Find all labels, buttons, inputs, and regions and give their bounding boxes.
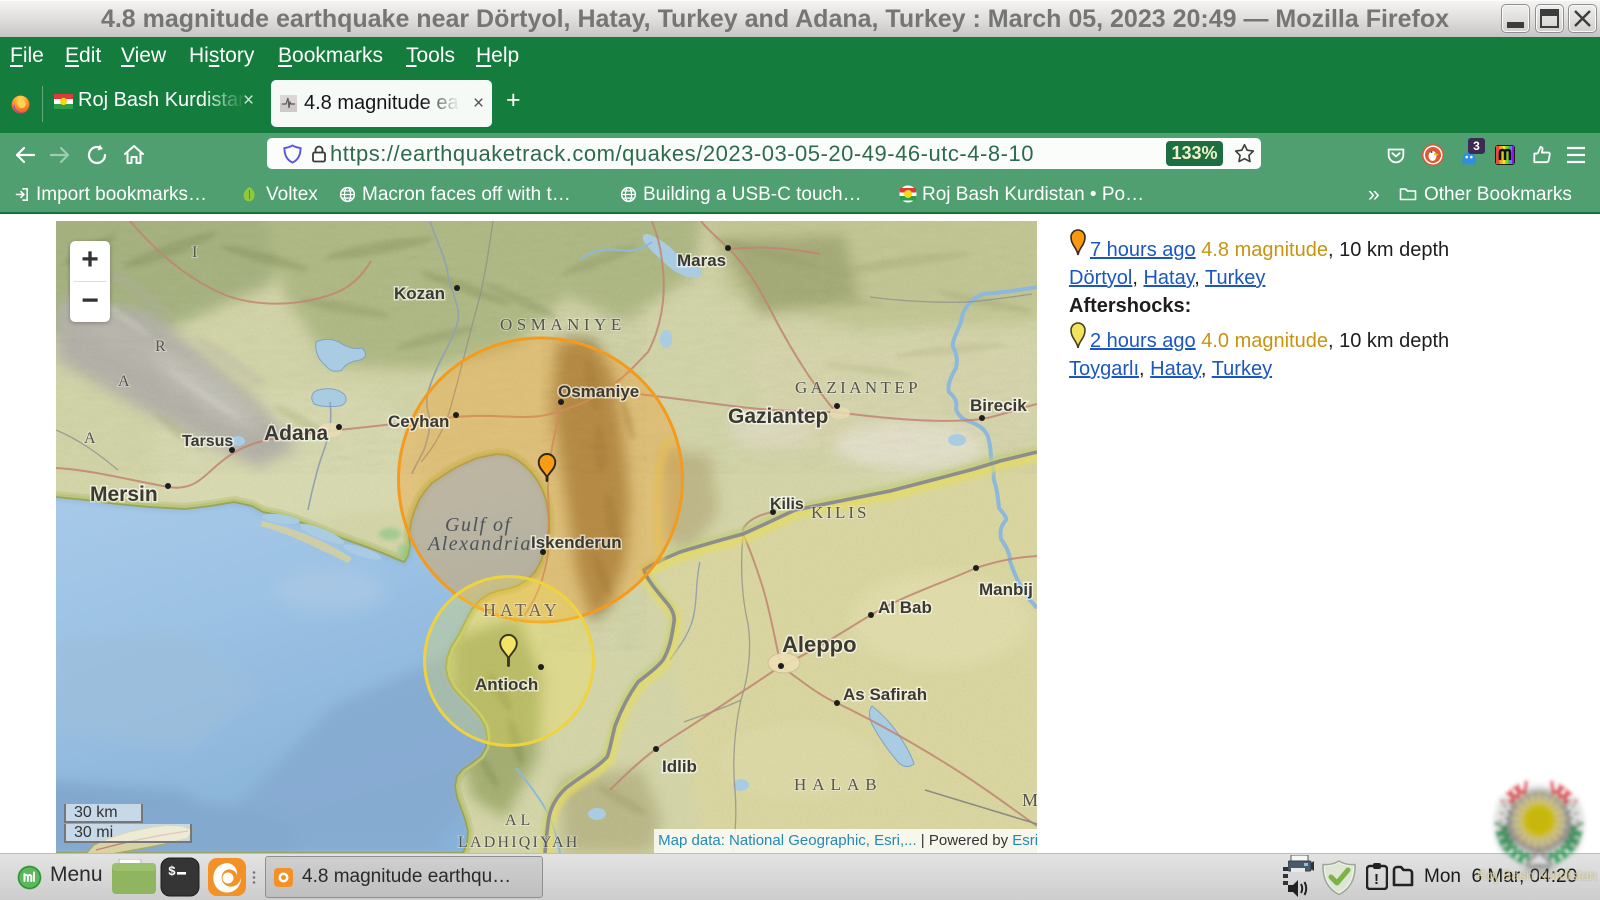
svg-text:A: A xyxy=(84,430,96,447)
svg-text:HATAY: HATAY xyxy=(483,600,561,620)
svg-text:AL: AL xyxy=(505,812,534,829)
svg-text:Birecik: Birecik xyxy=(970,396,1027,415)
svg-text:Kozan: Kozan xyxy=(394,284,445,303)
svg-text:I: I xyxy=(192,244,197,261)
svg-text:Adana: Adana xyxy=(264,422,329,445)
svg-text:Maras: Maras xyxy=(677,251,726,270)
svg-text:A: A xyxy=(118,373,130,390)
svg-text:Osmaniye: Osmaniye xyxy=(558,382,639,401)
svg-text:R: R xyxy=(155,338,166,355)
svg-text:Idlib: Idlib xyxy=(662,757,697,776)
svg-text:HALAB: HALAB xyxy=(794,775,883,794)
svg-text:LADHIQIYAH: LADHIQIYAH xyxy=(458,834,580,851)
svg-text:Aleppo: Aleppo xyxy=(782,632,857,657)
svg-text:Gaziantep: Gaziantep xyxy=(728,405,828,428)
svg-text:M: M xyxy=(1022,790,1037,810)
svg-text:Tarsus: Tarsus xyxy=(182,433,233,450)
svg-text:!: ! xyxy=(1374,871,1379,888)
svg-text:GAZIANTEP: GAZIANTEP xyxy=(795,378,921,397)
svg-text:KILIS: KILIS xyxy=(811,503,869,522)
svg-text:OSMANIYE: OSMANIYE xyxy=(500,315,626,334)
svg-text:Al Bab: Al Bab xyxy=(878,598,932,617)
svg-text:Iskenderun: Iskenderun xyxy=(531,533,622,552)
svg-text:As Safirah: As Safirah xyxy=(843,685,927,704)
svg-text:Alexandria: Alexandria xyxy=(426,533,532,555)
svg-text:Ceyhan: Ceyhan xyxy=(388,412,449,431)
svg-text:Manbij: Manbij xyxy=(979,580,1033,599)
svg-text:$: $ xyxy=(168,864,176,879)
svg-text:Antioch: Antioch xyxy=(475,675,538,694)
svg-text:Mersin: Mersin xyxy=(90,483,158,506)
